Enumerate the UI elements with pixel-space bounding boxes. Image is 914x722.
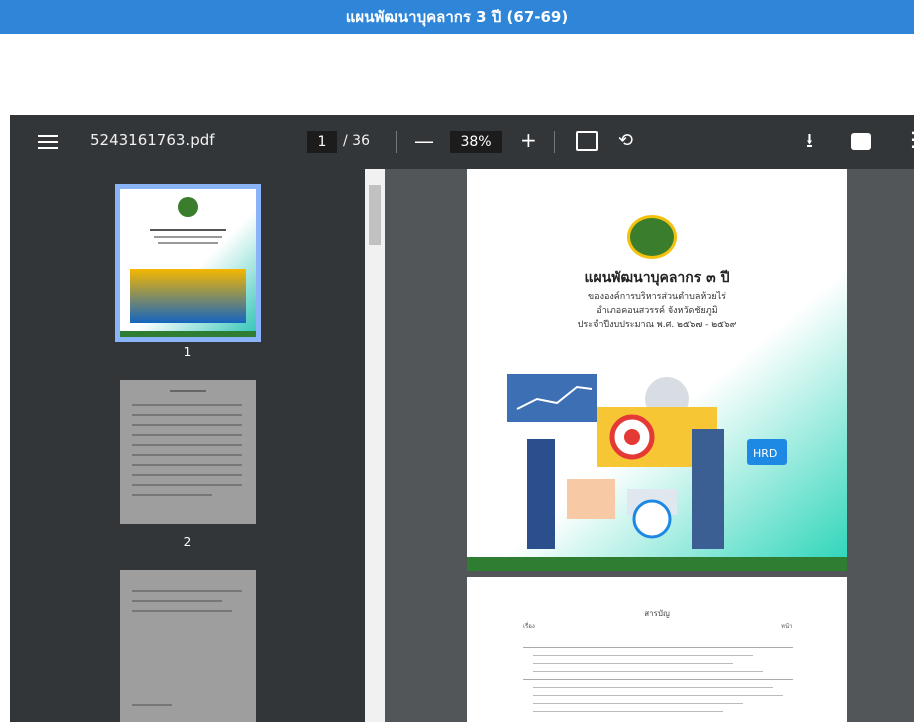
seal-icon (178, 197, 198, 217)
page-banner: แผนพัฒนาบุคลากร 3 ปี (67-69) (0, 0, 914, 34)
sidebar-scrollbar[interactable] (365, 169, 385, 722)
more-options-icon[interactable]: ⋮ (903, 129, 914, 149)
cover-line-3: ประจำปีงบประมาณ พ.ศ. ๒๕๖๗ - ๒๕๖๙ (577, 320, 737, 330)
page-number-input[interactable]: 1 (307, 131, 337, 153)
page-total: / 36 (343, 133, 370, 149)
thumbnail-number: 2 (183, 535, 192, 549)
cover-illustration: HRD (467, 374, 847, 571)
thumbnail-page-1[interactable] (115, 184, 261, 342)
seal-icon (627, 215, 677, 259)
toc-title: สารบัญ (644, 609, 670, 618)
thumbnail-sidebar: 1 2 (10, 169, 365, 722)
zoom-out-button[interactable]: — (414, 131, 434, 151)
cover-title: แผนพัฒนาบุคลากร ๓ ปี (584, 270, 730, 286)
thumbnail-page-2[interactable] (120, 380, 256, 524)
hrd-badge: HRD (753, 447, 777, 460)
thumbnail-page-3[interactable] (120, 570, 256, 722)
thumbnail-number: 1 (183, 345, 192, 359)
scrollbar-thumb[interactable] (369, 185, 381, 245)
zoom-input[interactable]: 38% (450, 131, 502, 153)
pdf-page-2: สารบัญ เรื่อง หน้า (467, 577, 847, 722)
rotate-icon[interactable]: ⟲ (618, 131, 633, 151)
pdf-toolbar: 5243161763.pdf 1 / 36 — 38% + ⟲ ⭳ ⋮ (10, 115, 914, 169)
cover-illustration (130, 269, 246, 323)
cover-line-2: อำเภอคอนสวรรค์ จังหวัดชัยภูมิ (596, 306, 718, 316)
zoom-in-button[interactable]: + (520, 130, 537, 150)
toc-header-page: หน้า (781, 623, 793, 630)
menu-icon[interactable] (38, 135, 58, 149)
download-icon[interactable]: ⭳ (806, 130, 813, 150)
pdf-page-1: แผนพัฒนาบุคลากร ๓ ปี ขององค์การบริหารส่ว… (467, 169, 847, 571)
toolbar-divider (396, 131, 397, 153)
fit-page-icon[interactable] (576, 131, 598, 151)
pdf-viewer: 5243161763.pdf 1 / 36 — 38% + ⟲ ⭳ ⋮ 1 2 … (10, 115, 914, 722)
file-name: 5243161763.pdf (90, 131, 215, 149)
cover-line-1: ขององค์การบริหารส่วนตำบลห้วยไร่ (588, 292, 726, 302)
toolbar-divider (554, 131, 555, 153)
print-icon[interactable] (851, 133, 871, 150)
toc-header-topic: เรื่อง (523, 623, 535, 630)
